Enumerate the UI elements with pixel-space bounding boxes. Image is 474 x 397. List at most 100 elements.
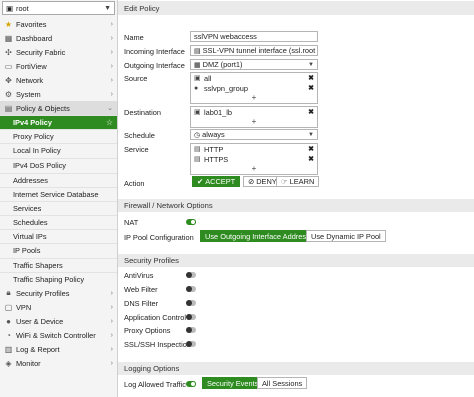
deny-label: DENY <box>256 177 277 186</box>
sidebar-item-label: User & Device <box>16 316 64 326</box>
pool-outgoing-button[interactable]: Use Outgoing Interface Address <box>200 230 315 242</box>
nat-toggle[interactable] <box>186 219 196 225</box>
wifi-icon: ◔ <box>6 330 11 340</box>
ssl-ssh-inspection-label: SSL/SSH Inspection <box>124 340 191 349</box>
star-outline-icon[interactable]: ☆ <box>106 118 113 127</box>
source-label: Source <box>124 74 148 83</box>
schedule-select[interactable]: ◷ always ▼ <box>190 129 318 140</box>
policy-icon: ▤ <box>4 103 13 113</box>
chevron-right-icon: › <box>110 331 113 339</box>
web-filter-toggle[interactable] <box>186 286 196 292</box>
close-icon[interactable]: ✖ <box>308 74 314 82</box>
sidebar-item-favorites[interactable]: ★ Favorites › <box>0 17 117 31</box>
logging-section-header: Logging Options <box>118 362 474 375</box>
antivirus-toggle[interactable] <box>186 272 196 278</box>
pool-dynamic-button[interactable]: Use Dynamic IP Pool <box>306 230 386 242</box>
source-list[interactable]: ▣ all ✖ ● sslvpn_group ✖ + <box>190 72 318 104</box>
add-icon[interactable]: + <box>191 164 317 174</box>
learn-icon: ☞ <box>281 177 288 186</box>
vdom-icon: ▣ <box>6 3 13 13</box>
sidebar-item-security-profiles[interactable]: 🔒︎ Security Profiles › <box>0 286 117 300</box>
sidebar-item-policy-objects[interactable]: ▤ Policy & Objects ⌄ <box>0 101 117 115</box>
sidebar-subitem-ipv4-dos-policy[interactable]: IPv4 DoS Policy <box>0 158 117 172</box>
add-icon[interactable]: + <box>191 93 317 103</box>
sidebar-subitem-traffic-shapers[interactable]: Traffic Shapers <box>0 258 117 272</box>
application-control-toggle[interactable] <box>186 314 196 320</box>
sidebar-item-network[interactable]: ✥ Network › <box>0 73 117 87</box>
incoming-interface-select[interactable]: ▤SSL-VPN tunnel interface (ssl.root▼ <box>190 45 318 56</box>
close-icon[interactable]: ✖ <box>308 108 314 116</box>
sidebar-subitem-traffic-shaping-policy[interactable]: Traffic Shaping Policy <box>0 272 117 286</box>
sidebar-subitem-services[interactable]: Services <box>0 201 117 215</box>
sidebar-subitem-proxy-policy[interactable]: Proxy Policy <box>0 129 117 143</box>
chevron-right-icon: › <box>110 359 113 367</box>
sidebar-item-security-fabric[interactable]: ✣ Security Fabric › <box>0 45 117 59</box>
security-profiles-section-header: Security Profiles <box>118 254 474 267</box>
incoming-interface-label: Incoming Interface <box>124 47 185 56</box>
sidebar-subitem-label: Internet Service Database <box>13 190 99 199</box>
address-icon: ▣ <box>194 75 201 82</box>
service-icon: ▤ <box>194 156 201 163</box>
chevron-right-icon: › <box>110 34 113 42</box>
sidebar-subitem-local-in-policy[interactable]: Local In Policy <box>0 143 117 157</box>
destination-item-label: lab01_lb <box>204 107 232 117</box>
sidebar-subitem-internet-service-database[interactable]: Internet Service Database <box>0 187 117 201</box>
sidebar-subitem-ip-pools[interactable]: IP Pools <box>0 243 117 257</box>
name-input[interactable]: sslVPN webaccess <box>190 31 318 42</box>
log-allowed-traffic-toggle[interactable] <box>186 381 196 387</box>
lock-icon: 🔒︎ <box>6 288 11 297</box>
sidebar-subitem-label: Traffic Shaping Policy <box>13 275 85 284</box>
sidebar-item-wifi-switch[interactable]: ◔ WiFi & Switch Controller › <box>0 328 117 342</box>
chevron-right-icon: › <box>110 289 113 297</box>
dns-filter-toggle[interactable] <box>186 300 196 306</box>
proxy-options-label: Proxy Options <box>124 326 171 335</box>
sidebar-item-fortiview[interactable]: ▭ FortiView › <box>0 59 117 73</box>
log-icon: ▥ <box>4 344 13 354</box>
web-filter-label: Web Filter <box>124 285 158 294</box>
sidebar-subitem-schedules[interactable]: Schedules <box>0 215 117 229</box>
list-item: ▣ all ✖ <box>191 73 317 83</box>
sidebar-item-label: Security Profiles <box>16 288 70 298</box>
sidebar-item-monitor[interactable]: ◈ Monitor › <box>0 356 117 370</box>
sidebar-item-label: Policy & Objects <box>16 103 70 113</box>
service-label: Service <box>124 145 149 154</box>
action-label: Action <box>124 179 145 188</box>
pool-dynamic-label: Use Dynamic IP Pool <box>311 231 381 241</box>
all-sessions-label: All Sessions <box>262 378 303 388</box>
destination-list[interactable]: ▣ lab01_lb ✖ + <box>190 106 318 128</box>
sidebar-item-label: WiFi & Switch Controller <box>16 330 96 340</box>
service-list[interactable]: ▤ HTTP ✖ ▤ HTTPS ✖ + <box>190 143 318 175</box>
group-icon: ● <box>194 84 199 92</box>
sidebar-item-label: VPN <box>16 302 32 312</box>
sidebar-subitem-ipv4-policy[interactable]: IPv4 Policy ☆ <box>0 115 117 129</box>
accept-button[interactable]: ✔ ACCEPT <box>192 176 241 187</box>
sidebar-subitem-addresses[interactable]: Addresses <box>0 173 117 187</box>
sidebar-subitem-virtual-ips[interactable]: Virtual IPs <box>0 229 117 243</box>
security-events-button[interactable]: Security Events <box>202 377 264 389</box>
learn-button[interactable]: ☞ LEARN <box>276 176 320 187</box>
monitor-icon: ◈ <box>5 358 12 368</box>
sidebar-item-system[interactable]: ⚙ System › <box>0 87 117 101</box>
learn-label: LEARN <box>289 177 315 186</box>
sidebar-item-log-report[interactable]: ▥ Log & Report › <box>0 342 117 356</box>
security-profiles-section-title: Security Profiles <box>124 256 179 265</box>
sidebar-item-vpn[interactable]: ▢ VPN › <box>0 300 117 314</box>
proxy-options-toggle[interactable] <box>186 327 196 333</box>
vdom-selector[interactable]: ▣ root ▼ <box>2 1 115 15</box>
ssl-ssh-inspection-toggle[interactable] <box>186 341 196 347</box>
list-item: ▤ HTTP ✖ <box>191 144 317 154</box>
sidebar-item-label: Log & Report <box>16 344 60 354</box>
outgoing-interface-select[interactable]: ▦ DMZ (port1) ▼ <box>190 59 318 70</box>
name-label: Name <box>124 33 144 42</box>
accept-label: ACCEPT <box>205 177 236 186</box>
close-icon[interactable]: ✖ <box>308 155 314 163</box>
close-icon[interactable]: ✖ <box>308 145 314 153</box>
sidebar-item-dashboard[interactable]: ▦ Dashboard › <box>0 31 117 45</box>
all-sessions-button[interactable]: All Sessions <box>257 377 308 389</box>
close-icon[interactable]: ✖ <box>308 84 314 92</box>
pool-outgoing-label: Use Outgoing Interface Address <box>205 231 310 241</box>
source-item-label: sslvpn_group <box>204 83 248 93</box>
sidebar-item-user-device[interactable]: ● User & Device › <box>0 314 117 328</box>
page-title-text: Edit Policy <box>124 3 160 13</box>
add-icon[interactable]: + <box>191 117 317 127</box>
